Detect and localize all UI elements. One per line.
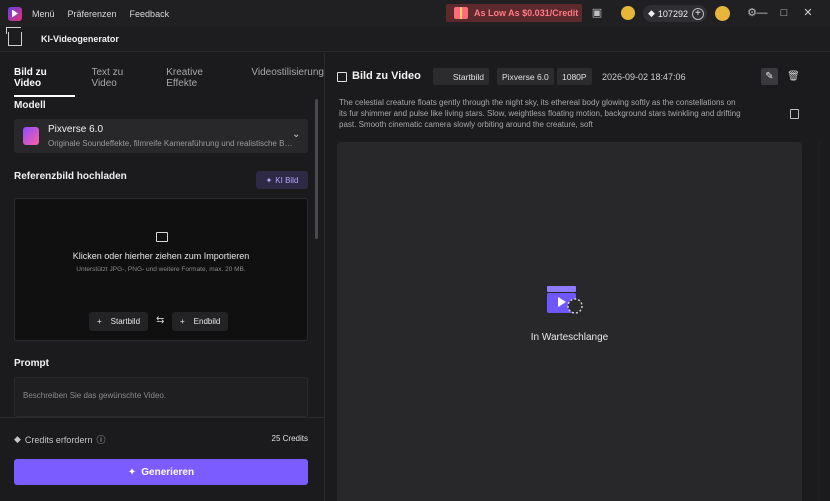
swap-icon[interactable]: ⇆ xyxy=(156,315,164,326)
close-button[interactable]: ✕ xyxy=(800,5,816,21)
result-title: Bild zu Video xyxy=(352,70,421,82)
credits-balance-value: 107292 xyxy=(657,8,688,19)
prompt-input[interactable]: Beschreiben Sie das gewünschte Video. xyxy=(14,377,308,417)
page-title: KI-Videogenerator xyxy=(41,34,119,44)
plus-icon: + xyxy=(97,317,102,326)
upload-title: Klicken oder hierher ziehen zum Importie… xyxy=(72,251,250,261)
reference-section-title: Referenzbild hochladen xyxy=(14,171,127,182)
app-logo-icon xyxy=(8,6,22,21)
avatar[interactable] xyxy=(715,6,730,21)
end-frame-label: Endbild xyxy=(193,317,221,326)
queue-clapper-icon xyxy=(547,286,583,314)
scrollbar[interactable] xyxy=(315,99,318,239)
tab-text-to-video[interactable]: Text zu Video xyxy=(91,67,150,97)
ai-image-button[interactable]: ✦ KI Bild xyxy=(256,171,308,189)
nav-bar: KI-Videogenerator xyxy=(0,27,830,52)
sparkle-icon: ✦ xyxy=(265,175,273,185)
maximize-button[interactable]: □ xyxy=(776,5,792,21)
generate-label: Generieren xyxy=(141,466,195,478)
delete-button[interactable]: 🗑 xyxy=(785,68,802,85)
created-timestamp: 2026-09-02 18:47:06 xyxy=(602,72,686,82)
coin-icon[interactable] xyxy=(621,6,635,20)
home-icon[interactable] xyxy=(8,32,22,46)
queue-status: In Warteschlange xyxy=(530,332,609,343)
upload-dropzone[interactable]: Klicken oder hierher ziehen zum Importie… xyxy=(14,198,308,341)
prompt-section-title: Prompt xyxy=(14,358,49,369)
prompt-description: The celestial creature floats gently thr… xyxy=(339,98,741,129)
video-preview: In Warteschlange xyxy=(337,142,802,501)
add-credits-icon[interactable]: + xyxy=(691,7,704,20)
diamond-icon: ◆ xyxy=(14,434,21,444)
title-bar: Menü Präferenzen Feedback As Low As $0.0… xyxy=(0,0,830,27)
generate-button[interactable]: ✦ Generieren xyxy=(14,459,308,485)
menu-item-feedback[interactable]: Feedback xyxy=(130,9,170,19)
promo-text: As Low As $0.031/Credit xyxy=(474,8,579,18)
credits-balance[interactable]: ◆ 107292 + xyxy=(643,5,707,22)
credits-required-label: Credits erfordern xyxy=(24,434,93,445)
credits-required: ◆ Credits erfordern ⓘ xyxy=(14,433,105,446)
settings-panel: Bild zu Video Text zu Video Kreative Eff… xyxy=(0,53,324,501)
promo-banner[interactable]: As Low As $0.031/Credit xyxy=(446,4,582,22)
pixverse-logo-icon xyxy=(23,127,39,145)
result-panel: Bild zu Video Startbild Pixverse 6.0 108… xyxy=(325,53,830,501)
tab-image-to-video[interactable]: Bild zu Video xyxy=(14,67,76,97)
sparkle-icon: ✦ xyxy=(127,466,137,478)
info-icon[interactable]: ⓘ xyxy=(96,433,105,446)
scrollbar[interactable] xyxy=(818,142,821,501)
gift-icon xyxy=(454,7,468,19)
upload-hint: Unterstützt JPG-, PNG- und weitere Forma… xyxy=(76,266,246,273)
prompt-placeholder: Beschreiben Sie das gewünschte Video. xyxy=(23,391,167,400)
model-select[interactable]: Pixverse 6.0 Originale Soundeffekte, fil… xyxy=(14,119,308,153)
tab-video-stylization[interactable]: Videostilisierung xyxy=(251,67,324,97)
chip-resolution: 1080P xyxy=(557,68,592,85)
mode-tabs: Bild zu Video Text zu Video Kreative Eff… xyxy=(14,67,324,97)
chevron-down-icon: ⌄ xyxy=(292,129,301,140)
start-frame-button[interactable]: + Startbild xyxy=(89,312,149,331)
chip-start-frame: Startbild xyxy=(433,68,489,85)
minimize-button[interactable]: — xyxy=(754,5,770,21)
ai-image-label: KI Bild xyxy=(275,175,299,185)
message-icon[interactable]: ▣ xyxy=(591,7,603,19)
model-name: Pixverse 6.0 xyxy=(48,124,104,135)
tab-creative-effects[interactable]: Kreative Effekte xyxy=(166,67,235,97)
end-frame-button[interactable]: + Endbild xyxy=(172,312,229,331)
menu-item-preferences[interactable]: Präferenzen xyxy=(68,9,117,19)
model-description: Originale Soundeffekte, filmreife Kamera… xyxy=(48,139,293,148)
menu-item-menu[interactable]: Menü xyxy=(32,9,55,19)
copy-icon[interactable] xyxy=(790,109,799,119)
plus-icon: + xyxy=(180,317,185,326)
diamond-icon: ◆ xyxy=(648,8,655,18)
image-to-video-icon xyxy=(337,72,347,82)
credits-required-value: 25 Credits xyxy=(271,434,308,443)
start-frame-label: Startbild xyxy=(110,317,141,326)
chip-model: Pixverse 6.0 xyxy=(497,68,554,85)
image-icon xyxy=(156,232,168,242)
edit-button[interactable]: ✎ xyxy=(761,68,778,85)
generate-footer: ◆ Credits erfordern ⓘ 25 Credits ✦ Gener… xyxy=(0,417,324,501)
model-section-title: Modell xyxy=(14,100,46,111)
